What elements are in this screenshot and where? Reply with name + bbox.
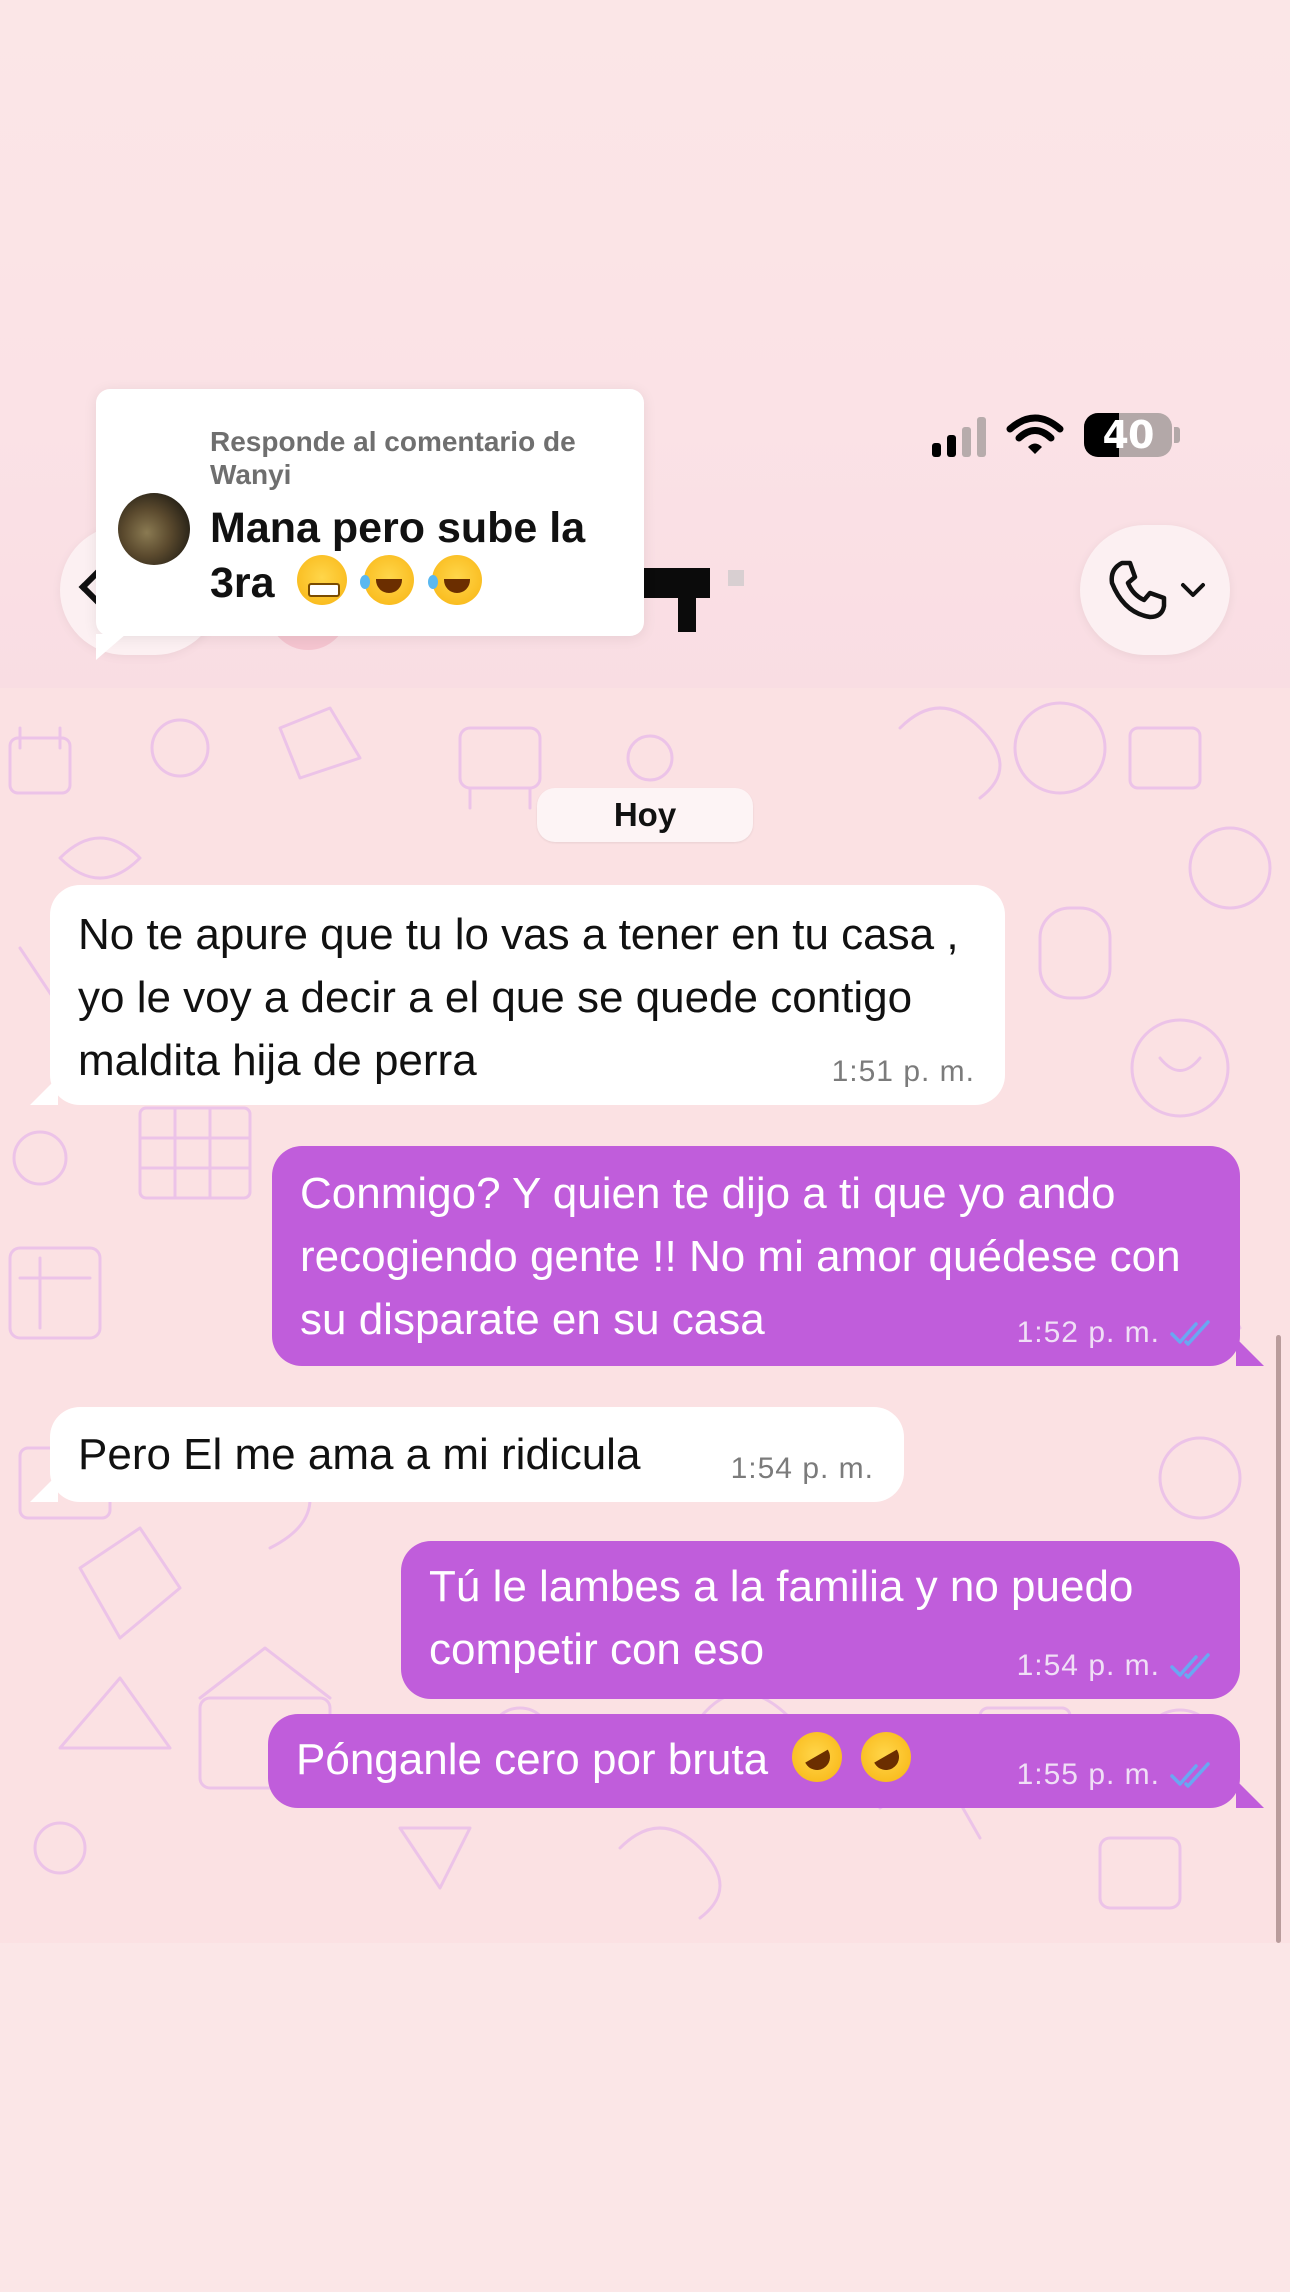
chevron-down-icon bbox=[1181, 583, 1205, 597]
battery-tip bbox=[1174, 427, 1180, 443]
face-with-tears-of-joy-icon bbox=[360, 555, 415, 605]
message-incoming[interactable]: Pero El me ama a mi ridicula 1:54 p. m. bbox=[50, 1407, 904, 1502]
grimacing-face-icon bbox=[296, 555, 347, 605]
contact-name-fragment bbox=[728, 570, 744, 586]
double-check-icon bbox=[1170, 1653, 1210, 1679]
message-time: 1:52 p. m. bbox=[1016, 1316, 1160, 1349]
message-time: 1:54 p. m. bbox=[1016, 1649, 1160, 1682]
battery-level: 40 bbox=[1102, 413, 1155, 457]
message-incoming[interactable]: No te apure que tu lo vas a tener en tu … bbox=[50, 885, 1005, 1105]
message-meta: 1:55 p. m. bbox=[1017, 1758, 1214, 1792]
cellular-signal-icon bbox=[932, 413, 986, 457]
message-time: 1:54 p. m. bbox=[730, 1452, 874, 1485]
wifi-icon bbox=[1006, 414, 1064, 454]
rolling-on-the-floor-laughing-icon bbox=[851, 1722, 920, 1792]
battery-icon: 40 bbox=[1084, 413, 1172, 457]
message-outgoing[interactable]: Tú le lambes a la familia y no puedo com… bbox=[401, 1541, 1240, 1699]
message-time: 1:55 p. m. bbox=[1016, 1758, 1160, 1791]
bubble-tail bbox=[30, 1077, 58, 1105]
reply-preview-card[interactable]: Responde al comentario de Wanyi Mana per… bbox=[96, 389, 644, 660]
face-with-tears-of-joy-icon bbox=[428, 555, 483, 605]
message-outgoing[interactable]: Conmigo? Y quien te dijo a ti que yo and… bbox=[272, 1146, 1240, 1366]
reply-label: Responde al comentario de Wanyi bbox=[210, 426, 576, 490]
message-text: Pónganle cero por bruta bbox=[296, 1735, 769, 1784]
message-meta: 1:54 p. m. bbox=[1017, 1649, 1214, 1683]
date-separator: Hoy bbox=[537, 788, 753, 842]
bubble-tail bbox=[1236, 1338, 1264, 1366]
scrollbar[interactable] bbox=[1276, 1335, 1281, 1943]
footer-background bbox=[0, 1943, 1290, 2292]
call-button[interactable] bbox=[1080, 525, 1230, 655]
double-check-icon bbox=[1170, 1320, 1210, 1346]
message-outgoing[interactable]: Pónganle cero por bruta 1:55 p. m. bbox=[268, 1714, 1240, 1808]
message-time: 1:51 p. m. bbox=[831, 1055, 975, 1088]
bubble-tail bbox=[1236, 1780, 1264, 1808]
status-bar: 40 bbox=[932, 410, 1180, 460]
phone-icon bbox=[1109, 560, 1167, 620]
double-check-icon bbox=[1170, 1762, 1210, 1788]
reply-comment: Mana pero sube la 3ra bbox=[210, 501, 630, 610]
rolling-on-the-floor-laughing-icon bbox=[783, 1722, 852, 1792]
bubble-tail bbox=[30, 1474, 58, 1502]
commenter-avatar bbox=[118, 493, 190, 565]
message-meta: 1:52 p. m. bbox=[1017, 1316, 1214, 1350]
